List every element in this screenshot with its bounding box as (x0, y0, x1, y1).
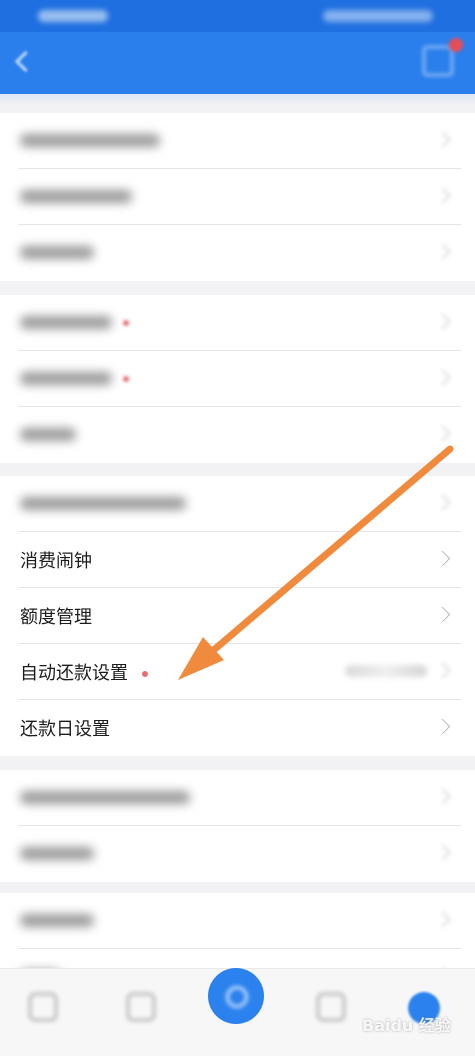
annotation-arrow (178, 445, 454, 680)
watermark: Baidu 经验 (362, 1016, 451, 1035)
arrow-shaft (198, 445, 454, 664)
